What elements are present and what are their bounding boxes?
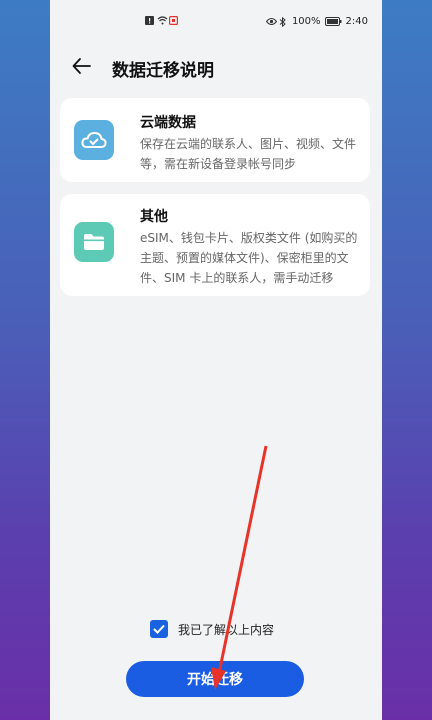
page-header: 数据迁移说明 [50,44,382,90]
screen-record-icon [169,16,179,26]
cloud-data-card: 云端数据 保存在云端的联系人、图片、视频、文件等，需在新设备登录帐号同步 [60,98,370,182]
page-title: 数据迁移说明 [112,61,214,81]
card-description: eSIM、钱包卡片、版权类文件 (如购买的主题、预置的媒体文件)、保密柜里的文件… [140,231,358,285]
agreement-row[interactable]: 我已了解以上内容 [150,620,274,638]
bluetooth-icon [279,16,288,28]
cloud-icon [74,120,114,160]
agree-label: 我已了解以上内容 [178,622,275,637]
status-right-icons: 100% 2:40 [265,16,368,28]
back-arrow-icon[interactable] [70,54,94,78]
battery-icon [324,17,342,26]
agree-checkbox[interactable] [150,620,168,638]
status-time: 2:40 [345,16,368,27]
battery-percent: 100% [291,16,321,27]
other-data-card: 其他 eSIM、钱包卡片、版权类文件 (如购买的主题、预置的媒体文件)、保密柜里… [60,194,370,296]
status-bar: 100% 2:40 [50,0,382,44]
alert-icon [145,16,154,25]
start-migration-button[interactable]: 开始迁移 [126,661,304,697]
phone-screen: 100% 2:40 数据迁移说明 云端数据 保存在云端的联系人、图片、视频、文件… [50,0,382,720]
status-left-icons [145,16,179,26]
card-title: 云端数据 [140,115,196,131]
wifi-icon [157,16,168,25]
card-title: 其他 [140,209,168,225]
eye-icon [265,17,278,26]
folder-icon [74,222,114,262]
card-description: 保存在云端的联系人、图片、视频、文件等，需在新设备登录帐号同步 [140,137,357,171]
